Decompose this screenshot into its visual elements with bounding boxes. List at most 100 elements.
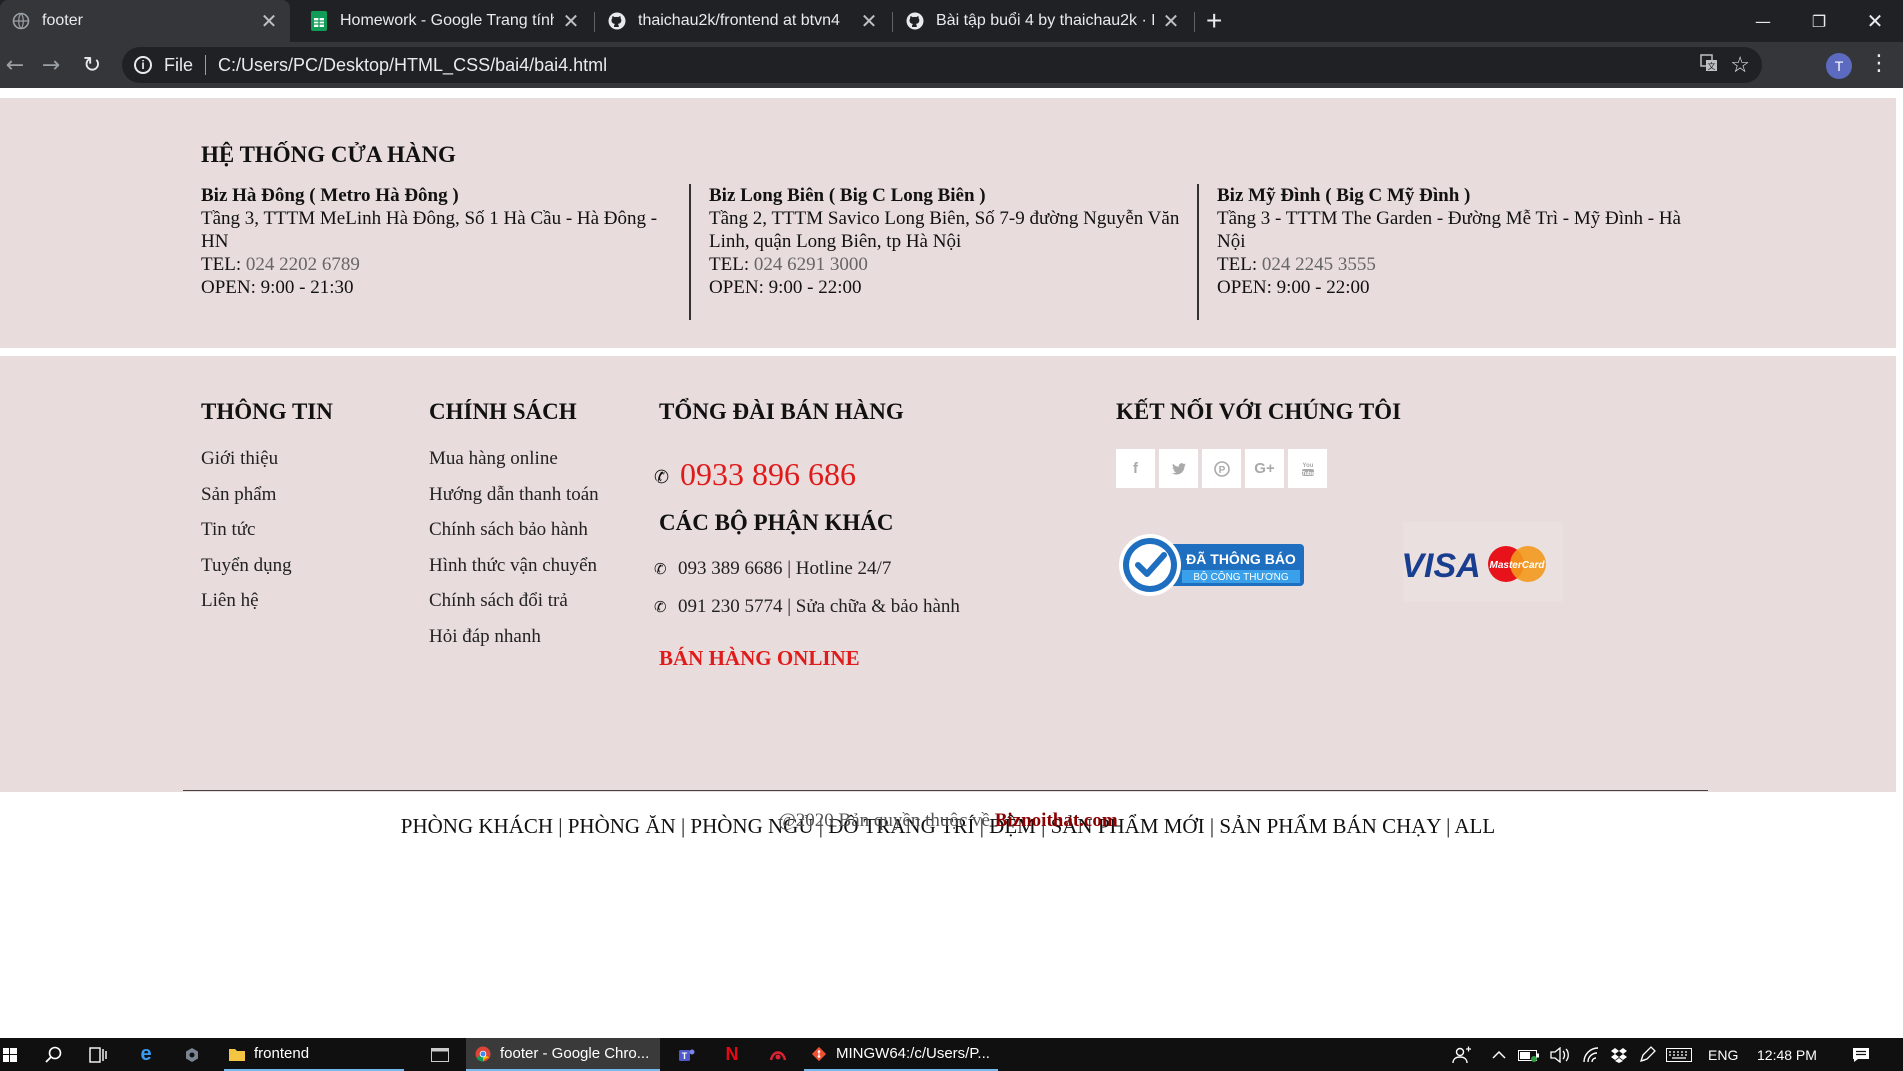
store-address: Tầng 3, TTTM MeLinh Hà Đông, Số 1 Hà Cầu… — [201, 208, 658, 252]
hotline-number: 0933 896 686 — [680, 456, 856, 492]
store-name: Biz Hà Đông ( Metro Hà Đông ) — [201, 185, 459, 206]
store-open-hours: OPEN: 9:00 - 22:00 — [709, 277, 862, 298]
taskbar-item-label: footer - Google Chro... — [500, 1045, 650, 1062]
link-huong-dan-thanh-toan[interactable]: Hướng dẫn thanh toán — [429, 483, 599, 519]
pinterest-icon[interactable]: P — [1202, 449, 1241, 488]
folder-icon — [228, 1045, 246, 1063]
taskbar-item-frontend[interactable]: frontend — [224, 1038, 404, 1071]
store-tel[interactable]: 024 6291 3000 — [754, 254, 868, 275]
store-open-hours: OPEN: 9:00 - 22:00 — [1217, 277, 1370, 298]
settings-app-icon[interactable] — [178, 1038, 206, 1071]
taskbar-item-chrome[interactable]: footer - Google Chro... — [466, 1038, 660, 1071]
back-button[interactable]: ← — [0, 50, 30, 80]
google-plus-icon[interactable]: G+ — [1245, 449, 1284, 488]
bo-cong-thuong-badge[interactable]: ĐÃ THÔNG BÁO BỘ CÔNG THƯƠNG — [1116, 532, 1306, 596]
close-tab-icon[interactable]: ✕ — [562, 9, 580, 34]
url-text[interactable]: C:/Users/PC/Desktop/HTML_CSS/bai4/bai4.h… — [218, 55, 607, 76]
new-tab-button[interactable]: + — [1206, 6, 1222, 36]
sales-hotline[interactable]: ✆ 0933 896 686 — [654, 456, 856, 493]
close-tab-icon[interactable]: ✕ — [860, 9, 878, 34]
link-san-pham[interactable]: Sản phẩm — [201, 483, 292, 519]
address-bar[interactable]: i File C:/Users/PC/Desktop/HTML_CSS/bai4… — [122, 47, 1762, 83]
link-lien-he[interactable]: Liên hệ — [201, 589, 292, 625]
sheets-icon — [310, 11, 328, 31]
payment-cards: VISA MasterCard — [1403, 522, 1563, 602]
policy-links: Mua hàng online Hướng dẫn thanh toán Chí… — [429, 447, 599, 660]
app-red-icon[interactable] — [764, 1038, 792, 1071]
mastercard-logo: MasterCard — [1489, 560, 1545, 571]
reload-button[interactable]: ↻ — [77, 50, 107, 80]
tab-separator — [892, 12, 893, 32]
close-tab-icon[interactable]: ✕ — [260, 9, 278, 34]
windows-icon — [3, 1047, 17, 1062]
store-address: Tầng 2, TTTM Savico Long Biên, Số 7-9 đư… — [709, 208, 1180, 252]
link-mua-hang-online[interactable]: Mua hàng online — [429, 447, 599, 483]
action-center-icon[interactable] — [1852, 1038, 1870, 1071]
online-sales-link[interactable]: BÁN HÀNG ONLINE — [659, 646, 860, 671]
task-view-icon[interactable] — [84, 1038, 112, 1071]
other-line-text: 091 230 5774 | Sửa chữa & bảo hành — [678, 596, 960, 617]
bookmark-star-icon[interactable]: ☆ — [1730, 52, 1750, 78]
store-name: Biz Mỹ Đình ( Big C Mỹ Đình ) — [1217, 185, 1471, 206]
link-chinh-sach-bao-hanh[interactable]: Chính sách bảo hành — [429, 518, 599, 554]
store-tel[interactable]: 024 2245 3555 — [1262, 254, 1376, 275]
wifi-icon[interactable] — [1582, 1038, 1600, 1071]
link-hoi-dap-nhanh[interactable]: Hỏi đáp nhanh — [429, 625, 599, 661]
tab-github-frontend[interactable]: thaichau2k/frontend at btvn4 ✕ — [596, 0, 890, 42]
minimize-button[interactable]: — — [1735, 0, 1791, 42]
restore-button[interactable]: ❐ — [1791, 0, 1847, 42]
tab-separator — [594, 12, 595, 32]
menu-kebab-icon[interactable]: ⋮ — [1868, 51, 1890, 76]
dropbox-icon[interactable] — [1610, 1038, 1628, 1071]
forward-button[interactable]: → — [36, 50, 66, 80]
close-tab-icon[interactable]: ✕ — [1162, 9, 1180, 34]
tab-github-pr[interactable]: Bài tập buổi 4 by thaichau2k · Pu ✕ — [894, 0, 1192, 42]
info-icon[interactable]: i — [134, 56, 152, 74]
store-tel-row: TEL: 024 6291 3000 — [709, 253, 1189, 276]
tab-homework[interactable]: Homework - Google Trang tính ✕ — [298, 0, 592, 42]
other-line-repair[interactable]: ✆ 091 230 5774 | Sửa chữa & bảo hành — [654, 596, 960, 618]
store-tel-row: TEL: 024 2245 3555 — [1217, 253, 1697, 276]
chrome-icon — [474, 1045, 492, 1063]
profile-avatar[interactable]: T — [1826, 53, 1852, 79]
store-tel[interactable]: 024 2202 6789 — [246, 254, 360, 275]
store-name: Biz Long Biên ( Big C Long Biên ) — [709, 185, 986, 206]
svg-text:You: You — [1302, 463, 1313, 469]
start-button[interactable] — [0, 1038, 20, 1071]
link-tin-tuc[interactable]: Tin tức — [201, 518, 292, 554]
store-system-section: HỆ THỐNG CỬA HÀNG Biz Hà Đông ( Metro Hà… — [0, 98, 1896, 348]
link-gioi-thieu[interactable]: Giới thiệu — [201, 447, 292, 483]
other-line-hotline[interactable]: ✆ 093 389 6686 | Hotline 24/7 — [654, 558, 891, 580]
pen-icon[interactable] — [1638, 1038, 1656, 1071]
twitter-icon[interactable] — [1159, 449, 1198, 488]
teams-icon[interactable]: T — [672, 1038, 700, 1071]
link-hinh-thuc-van-chuyen[interactable]: Hình thức vận chuyển — [429, 554, 599, 590]
link-tuyen-dung[interactable]: Tuyển dụng — [201, 554, 292, 590]
language-indicator[interactable]: ENG — [1708, 1038, 1738, 1071]
battery-icon[interactable] — [1518, 1038, 1540, 1071]
tab-footer[interactable]: footer ✕ — [0, 0, 290, 42]
close-window-button[interactable]: ✕ — [1847, 0, 1903, 42]
keyboard-icon[interactable] — [1666, 1038, 1692, 1071]
link-chinh-sach-doi-tra[interactable]: Chính sách đổi trả — [429, 589, 599, 625]
store-section-title: HỆ THỐNG CỬA HÀNG — [201, 142, 456, 167]
store-divider — [689, 184, 691, 320]
terminal-icon[interactable] — [426, 1038, 454, 1071]
tray-chevron-up-icon[interactable] — [1492, 1038, 1506, 1071]
edge-icon[interactable]: e — [132, 1038, 160, 1071]
taskbar-item-git-bash[interactable]: MINGW64:/c/Users/P... — [804, 1038, 998, 1071]
copyright-text: @2020 Bản quyền thuộc về — [778, 810, 990, 831]
volume-icon[interactable] — [1550, 1038, 1570, 1071]
netflix-icon[interactable]: N — [718, 1038, 746, 1071]
svg-text:T: T — [682, 1051, 688, 1061]
people-icon[interactable] — [1452, 1038, 1472, 1071]
clock-time[interactable]: 12:48 PM — [1757, 1038, 1817, 1071]
visa-logo: VISA — [1403, 547, 1481, 585]
other-departments-title: CÁC BỘ PHẬN KHÁC — [659, 510, 894, 535]
copyright-brand-link[interactable]: Biznoithat.com — [995, 810, 1118, 831]
translate-icon[interactable]: 文 — [1700, 53, 1718, 77]
store-ha-dong: Biz Hà Đông ( Metro Hà Đông ) Tầng 3, TT… — [201, 184, 681, 299]
youtube-icon[interactable]: You Tube — [1288, 449, 1327, 488]
search-icon[interactable] — [40, 1038, 68, 1071]
facebook-icon[interactable]: f — [1116, 449, 1155, 488]
